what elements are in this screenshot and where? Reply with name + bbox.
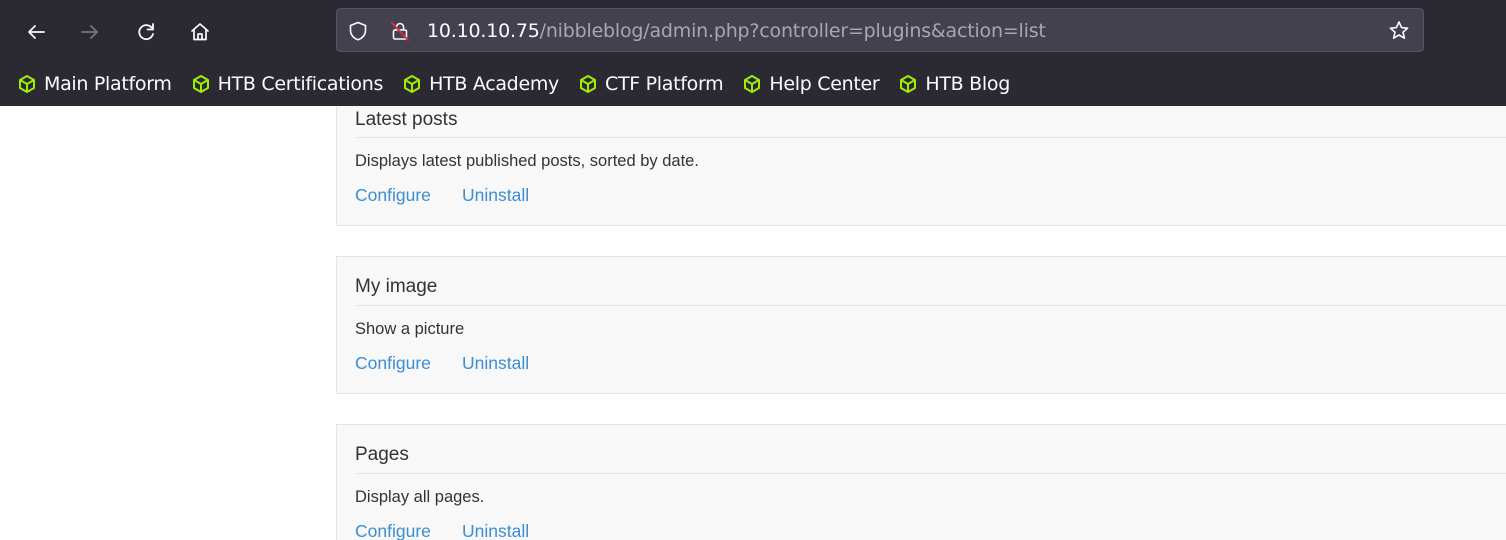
plugin-description: Display all pages. <box>355 488 485 506</box>
plugin-panel-my-image: My image Show a picture Configure Uninst… <box>336 256 1506 394</box>
bookmark-item[interactable]: CTF Platform <box>577 73 724 95</box>
address-bar[interactable]: 10.10.10.75/nibbleblog/admin.php?control… <box>336 8 1424 52</box>
uninstall-link[interactable]: Uninstall <box>462 353 529 374</box>
forward-arrow-icon <box>81 25 98 39</box>
forward-button[interactable] <box>72 14 108 50</box>
plugin-divider <box>355 305 1506 306</box>
uninstall-link[interactable]: Uninstall <box>462 185 529 206</box>
bookmark-star-icon[interactable] <box>1387 19 1411 47</box>
plugin-description: Displays latest published posts, sorted … <box>355 152 699 170</box>
bookmark-item[interactable]: HTB Academy <box>401 73 559 95</box>
htb-cube-icon <box>190 73 212 95</box>
htb-cube-icon <box>16 73 38 95</box>
back-button[interactable] <box>18 14 54 50</box>
htb-cube-icon <box>401 73 423 95</box>
configure-link[interactable]: Configure <box>355 353 431 374</box>
back-arrow-icon <box>28 25 45 39</box>
plugin-description: Show a picture <box>355 320 465 338</box>
page-content: Latest posts Displays latest published p… <box>0 106 1506 540</box>
bookmark-label: HTB Academy <box>429 73 559 95</box>
plugin-title: Pages <box>355 444 409 465</box>
reload-icon <box>138 23 154 41</box>
htb-cube-icon <box>741 73 763 95</box>
plugin-panel-latest-posts: Latest posts Displays latest published p… <box>336 106 1506 226</box>
plugin-divider <box>355 473 1506 474</box>
bookmark-item[interactable]: HTB Blog <box>897 73 1010 95</box>
plugin-title: Latest posts <box>355 109 458 130</box>
configure-link[interactable]: Configure <box>355 521 431 540</box>
bookmark-label: Help Center <box>769 73 880 95</box>
bookmark-label: HTB Blog <box>925 73 1010 95</box>
browser-toolbar: 10.10.10.75/nibbleblog/admin.php?control… <box>0 0 1506 106</box>
plugin-title: My image <box>355 276 438 297</box>
htb-cube-icon <box>897 73 919 95</box>
home-button[interactable] <box>182 14 218 50</box>
uninstall-link[interactable]: Uninstall <box>462 521 529 540</box>
reload-button[interactable] <box>128 14 164 50</box>
bookmark-item[interactable]: Help Center <box>741 73 880 95</box>
bookmark-item[interactable]: HTB Certifications <box>190 73 383 95</box>
bookmark-label: HTB Certifications <box>217 73 384 95</box>
navigation-bar: 10.10.10.75/nibbleblog/admin.php?control… <box>0 0 1506 62</box>
bookmark-label: Main Platform <box>44 73 172 95</box>
configure-link[interactable]: Configure <box>355 185 431 206</box>
insecure-lock-icon[interactable] <box>389 20 411 46</box>
htb-cube-icon <box>577 73 599 95</box>
bookmark-label: CTF Platform <box>605 73 724 95</box>
home-icon <box>191 23 209 41</box>
plugin-divider <box>355 137 1506 138</box>
url-path: /nibbleblog/admin.php?controller=plugins… <box>539 20 1046 42</box>
plugin-panel-pages: Pages Display all pages. Configure Unins… <box>336 424 1506 540</box>
bookmark-item[interactable]: Main Platform <box>16 73 172 95</box>
bookmarks-toolbar: Main Platform HTB Certifications HTB Acade… <box>0 62 1506 106</box>
url-text[interactable]: 10.10.10.75/nibbleblog/admin.php?control… <box>427 19 1046 43</box>
url-host: 10.10.10.75 <box>427 20 540 42</box>
tracking-protection-shield-icon[interactable] <box>347 20 369 46</box>
